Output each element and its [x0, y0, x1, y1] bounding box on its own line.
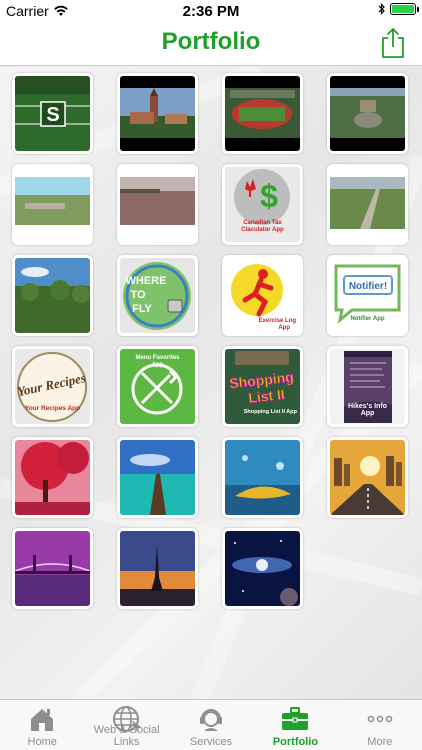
where-to-fly-line2: TO — [130, 289, 146, 301]
battery-fill — [392, 5, 414, 13]
portfolio-tile-town-landscape[interactable] — [12, 164, 93, 245]
where-to-fly-thumbnail: WHERE TO FLY — [120, 258, 195, 333]
portfolio-tile-galaxy[interactable] — [222, 528, 303, 609]
campus-aerial-thumbnail — [330, 76, 405, 151]
portfolio-tile-sports-field[interactable] — [222, 73, 303, 154]
tax-calculator-thumbnail: $ Canadian Tax Claculator App — [225, 167, 300, 242]
lake-thumbnail — [120, 167, 195, 242]
tab-bar: Home Web & Social Links Services Portfol… — [0, 699, 422, 750]
portfolio-tile-eiffel-tower[interactable] — [117, 528, 198, 609]
more-dots-icon — [367, 715, 393, 723]
hikes-info-subtitle: App — [360, 410, 375, 417]
svg-text:S: S — [46, 104, 59, 126]
portfolio-content: S $ Canadian Tax Claculator App WHERE TO… — [0, 67, 422, 699]
portfolio-tile-purple-bridge[interactable] — [12, 528, 93, 609]
purple-bridge-thumbnail — [15, 531, 90, 606]
bluetooth-icon — [378, 3, 385, 15]
portfolio-tile-airstrip[interactable] — [327, 164, 408, 245]
portfolio-tile-menu-favorites[interactable]: Menu Favorites App — [117, 346, 198, 427]
your-recipes-thumbnail: Your Recipes Your Recipes App — [15, 349, 90, 424]
hikes-info-thumbnail: Hikes's Info App — [330, 349, 405, 424]
portfolio-tile-city-road[interactable] — [327, 437, 408, 518]
house-icon — [31, 709, 54, 731]
battery-icon — [390, 3, 419, 15]
exercise-log-subtitle: App — [278, 325, 290, 331]
portfolio-tile-tax-calculator[interactable]: $ Canadian Tax Claculator App — [222, 164, 303, 245]
tab-services-label: Services — [189, 736, 233, 748]
portfolio-tile-stadium-field[interactable]: S — [12, 73, 93, 154]
menu-favorites-subtitle: App — [151, 362, 164, 368]
portfolio-tile-exercise-log[interactable]: Exercise Log App — [222, 255, 303, 336]
portfolio-tile-hikes-info[interactable]: Hikes's Info App — [327, 346, 408, 427]
town-landscape-thumbnail — [15, 167, 90, 242]
shopping-list-subtitle: Shopping List II App — [243, 409, 297, 415]
status-bar: Carrier 2:36 PM — [0, 0, 422, 22]
menu-favorites-title: Menu Favorites — [135, 355, 180, 361]
golden-splash-thumbnail — [225, 440, 300, 515]
city-road-thumbnail — [330, 440, 405, 515]
status-time: 2:36 PM — [182, 3, 240, 20]
portfolio-tile-lake[interactable] — [117, 164, 198, 245]
tab-more-label: More — [367, 736, 393, 748]
forest-thumbnail — [15, 258, 90, 333]
hikes-info-title: Hikes's Info — [347, 403, 387, 410]
tab-web-social-links-label: Web & Social Links — [93, 724, 160, 748]
status-right — [378, 3, 419, 15]
portfolio-tile-campus-tower[interactable] — [117, 73, 198, 154]
portfolio-tile-red-tree[interactable] — [12, 437, 93, 518]
eiffel-tower-thumbnail — [120, 531, 195, 606]
where-to-fly-line1: WHERE — [126, 275, 167, 287]
tab-more[interactable]: More — [338, 700, 422, 750]
notifier-subtitle: Notifier App — [350, 316, 385, 322]
share-icon[interactable] — [380, 27, 406, 59]
where-to-fly-line3: FLY — [132, 303, 152, 315]
shopping-list-thumbnail: Shopping List II Shopping List II App — [225, 349, 300, 424]
tropical-pier-thumbnail — [120, 440, 195, 515]
portfolio-grid: S $ Canadian Tax Claculator App WHERE TO… — [12, 73, 408, 609]
tab-home[interactable]: Home — [0, 700, 84, 750]
briefcase-icon — [282, 707, 309, 730]
portfolio-tile-shopping-list[interactable]: Shopping List II Shopping List II App — [222, 346, 303, 427]
tab-services[interactable]: Services — [169, 700, 253, 750]
tab-portfolio-label: Portfolio — [272, 736, 319, 748]
your-recipes-subtitle: Your Recipes App — [24, 405, 81, 412]
headset-icon — [200, 709, 223, 731]
tab-home-label: Home — [27, 736, 57, 748]
navigation-bar: Portfolio — [0, 22, 422, 66]
tax-calculator-title: Canadian Tax — [243, 220, 282, 226]
svg-text:$: $ — [260, 178, 278, 214]
notifier-thumbnail: Notifier! Notifier App — [330, 258, 405, 333]
portfolio-tile-notifier[interactable]: Notifier! Notifier App — [327, 255, 408, 336]
exercise-log-thumbnail: Exercise Log App — [225, 258, 300, 333]
portfolio-tile-where-to-fly[interactable]: WHERE TO FLY — [117, 255, 198, 336]
airstrip-thumbnail — [330, 167, 405, 242]
portfolio-tile-campus-aerial[interactable] — [327, 73, 408, 154]
galaxy-thumbnail — [225, 531, 300, 606]
portfolio-tile-forest[interactable] — [12, 255, 93, 336]
tab-portfolio[interactable]: Portfolio — [253, 700, 337, 750]
page-title: Portfolio — [161, 28, 261, 55]
menu-favorites-thumbnail: Menu Favorites App — [120, 349, 195, 424]
portfolio-tile-tropical-pier[interactable] — [117, 437, 198, 518]
tax-calculator-subtitle: Claculator App — [241, 227, 284, 233]
sports-field-thumbnail — [225, 76, 300, 151]
portfolio-tile-your-recipes[interactable]: Your Recipes Your Recipes App — [12, 346, 93, 427]
stadium-field-thumbnail: S — [15, 76, 90, 151]
campus-tower-thumbnail — [120, 76, 195, 151]
tab-web-social-links[interactable]: Web & Social Links — [84, 700, 168, 750]
notifier-badge-text: Notifier! — [349, 281, 387, 292]
portfolio-tile-golden-splash[interactable] — [222, 437, 303, 518]
exercise-log-title: Exercise Log — [258, 318, 296, 324]
red-tree-thumbnail — [15, 440, 90, 515]
